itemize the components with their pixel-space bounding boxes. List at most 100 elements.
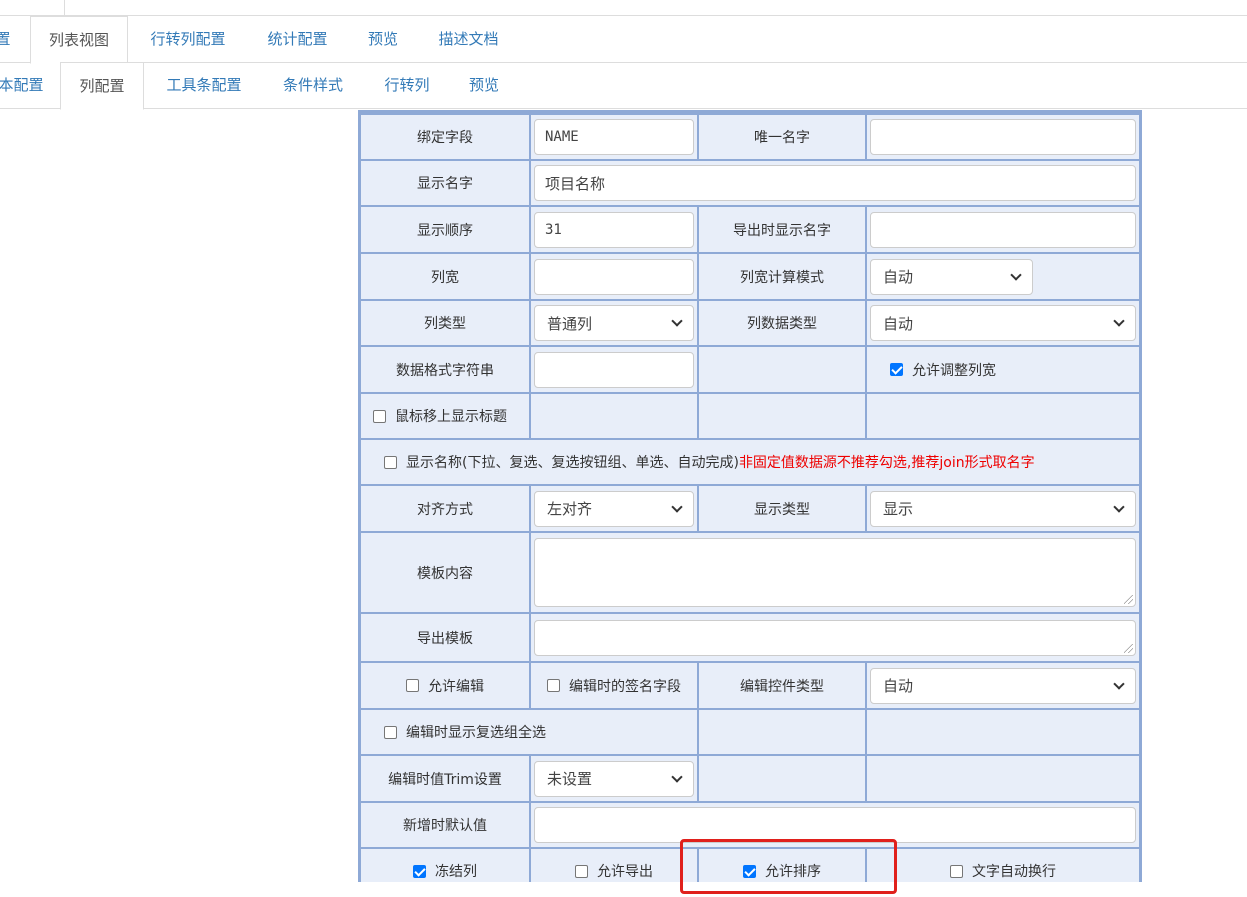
chevron-down-icon [1010, 268, 1022, 281]
display-order-input[interactable]: 31 [534, 211, 694, 248]
form-row: 对齐方式 左对齐 显示类型 显示 [358, 486, 1142, 533]
default-value-input[interactable] [534, 807, 1136, 843]
col-width-mode-cell: 自动 [867, 254, 1139, 299]
col-width-mode-select[interactable]: 自动 [870, 258, 1033, 295]
chevron-down-icon [1113, 315, 1125, 327]
edit-trim-label: 编辑时值Trim设置 [361, 756, 529, 801]
resize-grip-icon[interactable] [1124, 643, 1133, 653]
tab-conditional-style[interactable]: 条件样式 [266, 62, 360, 109]
freeze-col-label: 冻结列 [435, 864, 477, 880]
allow-resize-checkbox[interactable] [890, 363, 903, 376]
unique-name-cell [867, 115, 1139, 159]
col-width-cell [531, 254, 697, 299]
edit-control-type-select[interactable]: 自动 [870, 667, 1136, 704]
allow-sort-cell: 允许排序 [699, 849, 865, 882]
tab-row-to-col-config[interactable]: 行转列配置 [133, 16, 243, 63]
tab-preview[interactable]: 预览 [352, 16, 414, 63]
form-row: 鼠标移上显示标题 [358, 394, 1142, 440]
tab-list-view[interactable]: 列表视图 [30, 16, 128, 64]
form-row: 编辑时值Trim设置 未设置 [358, 756, 1142, 803]
col-width-mode-label: 列宽计算模式 [699, 254, 865, 299]
tab-row-to-col[interactable]: 行转列 [368, 62, 446, 109]
edit-control-type-value: 自动 [883, 677, 914, 695]
edit-control-type-cell: 自动 [867, 663, 1139, 708]
display-name-input[interactable]: 项目名称 [534, 165, 1136, 201]
word-wrap-cell: 文字自动换行 [867, 849, 1139, 882]
display-name-label: 显示名字 [361, 161, 529, 205]
col-width-input[interactable] [534, 258, 694, 295]
edit-trim-cell: 未设置 [531, 756, 697, 801]
data-format-cell [531, 347, 697, 392]
export-template-label: 导出模板 [361, 614, 529, 661]
tab-basic-config-partial[interactable]: 本配置 [0, 62, 46, 109]
export-display-name-input[interactable] [870, 211, 1136, 248]
tab-stats-config[interactable]: 统计配置 [250, 16, 345, 63]
export-display-name-label: 导出时显示名字 [699, 207, 865, 252]
form-row: 模板内容 [358, 533, 1142, 614]
export-template-textarea[interactable] [534, 619, 1136, 656]
tabs-level1: 置 列表视图 行转列配置 统计配置 预览 描述文档 [0, 16, 1247, 64]
edit-show-select-all-checkbox[interactable] [384, 725, 397, 739]
chevron-down-icon [1113, 500, 1125, 513]
tab-column-config[interactable]: 列配置 [60, 62, 144, 110]
form-row: 冻结列 允许导出 允许排序 文字自动换行 [358, 849, 1142, 882]
align-label: 对齐方式 [361, 486, 529, 531]
form-row: 显示名字 项目名称 [358, 161, 1142, 207]
col-width-mode-value: 自动 [883, 268, 914, 286]
template-label: 模板内容 [361, 533, 529, 612]
template-textarea[interactable] [534, 538, 1136, 607]
allow-export-checkbox[interactable] [575, 864, 588, 878]
show-name-label: 显示名称(下拉、复选、复选按钮组、单选、自动完成) [406, 455, 739, 471]
top-strip [0, 0, 1247, 16]
align-select[interactable]: 左对齐 [534, 490, 694, 527]
edit-show-select-all-label: 编辑时显示复选组全选 [406, 725, 546, 741]
freeze-col-checkbox[interactable] [413, 864, 426, 878]
resize-grip-icon[interactable] [1124, 595, 1133, 604]
show-name-checkbox[interactable] [384, 455, 397, 469]
hover-title-checkbox[interactable] [373, 409, 386, 423]
form-row: 列类型 普通列 列数据类型 自动 [358, 301, 1142, 347]
edit-control-type-label: 编辑控件类型 [699, 663, 865, 708]
bind-field-input[interactable]: NAME [534, 119, 694, 155]
unique-name-input[interactable] [870, 119, 1136, 155]
col-data-type-label: 列数据类型 [699, 301, 865, 345]
show-name-warning: 非固定值数据源不推荐勾选,推荐join形式取名字 [738, 455, 1035, 471]
sign-field-checkbox[interactable] [547, 679, 560, 692]
data-format-label: 数据格式字符串 [361, 347, 529, 392]
tab-toolbar-config[interactable]: 工具条配置 [150, 62, 258, 109]
chevron-down-icon [671, 315, 683, 327]
tab-preview-2[interactable]: 预览 [454, 62, 514, 109]
empty-cell [531, 394, 697, 438]
col-data-type-select[interactable]: 自动 [870, 305, 1136, 341]
tab-config-partial[interactable]: 置 [0, 16, 12, 63]
allow-sort-label: 允许排序 [765, 864, 821, 880]
edit-show-select-all-cell: 编辑时显示复选组全选 [361, 710, 697, 754]
display-type-select[interactable]: 显示 [870, 490, 1136, 527]
allow-edit-cell: 允许编辑 [361, 663, 529, 708]
allow-sort-checkbox[interactable] [743, 864, 756, 878]
word-wrap-checkbox[interactable] [950, 864, 963, 878]
form-row: 显示名称(下拉、复选、复选按钮组、单选、自动完成) 非固定值数据源不推荐勾选,推荐… [358, 440, 1142, 486]
empty-cell [867, 756, 1139, 801]
allow-resize-label: 允许调整列宽 [912, 362, 996, 379]
display-type-cell: 显示 [867, 486, 1139, 531]
word-wrap-label: 文字自动换行 [972, 864, 1056, 880]
data-format-input[interactable] [534, 351, 694, 388]
column-config-form: 绑定字段 NAME 唯一名字 显示名字 项目名称 显示顺序 31 导出时显示名字… [358, 110, 1142, 882]
chevron-down-icon [671, 500, 683, 513]
tab-description-doc[interactable]: 描述文档 [420, 16, 517, 63]
edit-trim-select[interactable]: 未设置 [534, 760, 694, 797]
col-data-type-value: 自动 [883, 314, 914, 333]
display-type-value: 显示 [883, 500, 914, 518]
export-template-cell [531, 614, 1139, 661]
align-cell: 左对齐 [531, 486, 697, 531]
col-type-select[interactable]: 普通列 [534, 305, 694, 341]
hover-title-cell: 鼠标移上显示标题 [361, 394, 529, 438]
empty-cell [867, 710, 1139, 754]
empty-cell [699, 347, 865, 392]
top-strip-divider [64, 0, 65, 16]
bind-field-label: 绑定字段 [361, 115, 529, 159]
unique-name-label: 唯一名字 [699, 115, 865, 159]
allow-edit-checkbox[interactable] [406, 679, 419, 692]
col-data-type-cell: 自动 [867, 301, 1139, 345]
